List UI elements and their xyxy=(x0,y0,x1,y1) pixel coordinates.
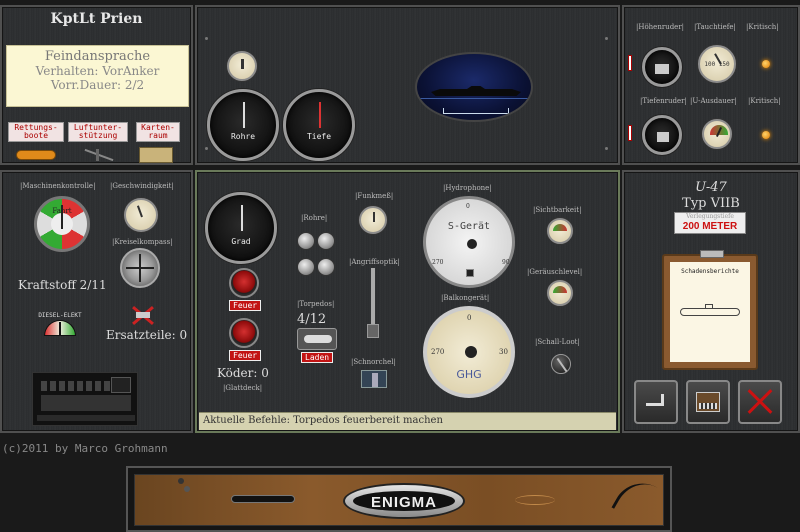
status-heading: Feindansprache xyxy=(44,49,151,64)
boat-info-panel: U-47 Typ VIIB Verlegungstiefe 200 METER … xyxy=(622,170,800,433)
close-button[interactable] xyxy=(738,380,782,424)
enigma-screws xyxy=(178,478,192,492)
map-room-button[interactable]: Karten-raum xyxy=(136,122,180,142)
torpedo-count: 4/12 xyxy=(297,312,327,327)
orders-text: Aktuelle Befehle: Torpedos feuerbereit m… xyxy=(203,415,443,426)
captain-panel: KptLt Prien Feindansprache Verhalten: Vo… xyxy=(0,5,193,165)
typewriter-icon xyxy=(696,392,720,412)
enemy-ship-silhouette xyxy=(431,86,521,96)
small-lamp-gauge xyxy=(227,51,257,81)
close-icon xyxy=(740,382,780,422)
kreiselkompass-label: |Kreiselkompass| xyxy=(112,238,173,246)
air-support-button[interactable]: Luftunter-stützung xyxy=(68,122,128,142)
dive-plane-indicator-top xyxy=(628,55,632,71)
torpedo-loader-icon[interactable] xyxy=(297,328,337,350)
speed-gauge xyxy=(124,198,158,232)
map-icon[interactable] xyxy=(139,147,173,163)
schnorchel-label: |Schnorchel| xyxy=(351,358,396,366)
fuel-text: Kraftstoff 2/11 xyxy=(18,278,107,292)
dive-depth-gauge: 100 150 xyxy=(698,45,736,83)
hydrophone-label: |Hydrophone| xyxy=(443,184,492,192)
status-duration: Vorr.Dauer: 2/2 xyxy=(50,78,145,92)
sichtbarkeit-label: |Sichtbarkeit| xyxy=(533,206,582,214)
critical-lamp-1 xyxy=(762,60,770,68)
decorative-wing xyxy=(515,495,555,505)
fire-button-1[interactable] xyxy=(229,268,259,298)
tubes-gauge: Rohre xyxy=(207,89,279,161)
tiefenruder-dial[interactable] xyxy=(642,115,682,155)
status-behavior: Verhalten: VorAnker xyxy=(35,64,160,78)
snorkel-control[interactable] xyxy=(361,370,387,388)
orders-bar: Aktuelle Befehle: Torpedos feuerbereit m… xyxy=(199,412,616,430)
radar-gauge xyxy=(359,206,387,234)
dive-plane-indicator-bottom xyxy=(628,125,632,141)
tiefenruder-label: |Tiefenruder| xyxy=(640,97,687,105)
attack-periscope-lever[interactable] xyxy=(367,268,379,338)
schall-loot-label: |Schall-Loot| xyxy=(535,338,580,346)
hoehenruder-dial[interactable] xyxy=(642,47,682,87)
geschwindigkeit-label: |Geschwindigkeit| xyxy=(110,182,174,190)
visibility-gauge xyxy=(547,218,573,244)
rohre-label: |Rohre| xyxy=(301,214,328,222)
boat-type: Typ VIIB xyxy=(682,196,740,211)
aircraft-icon[interactable] xyxy=(84,148,114,162)
depth-rating-badge: Verlegungstiefe 200 METER xyxy=(674,212,746,234)
enigma-machine-button[interactable] xyxy=(686,380,730,424)
critical-lamp-2 xyxy=(762,131,770,139)
funkmess-label: |Funkmeß| xyxy=(355,192,394,200)
glattdeck-label: |Glattdeck| xyxy=(223,384,263,392)
enigma-slot xyxy=(231,495,295,503)
load-button[interactable]: Laden xyxy=(301,352,334,363)
engine-telegraph[interactable]: Fahrt xyxy=(34,196,90,252)
diesel-elekt-gauge[interactable]: DIESEL-ELEKT xyxy=(36,312,84,336)
gyro-compass xyxy=(120,248,160,288)
geraeuschlevel-label: |Geräuschlevel| xyxy=(527,268,583,276)
enigma-logo[interactable]: ENIGMA xyxy=(343,483,465,519)
attack-panel: Grad Feuer Feuer Köder: 0 |Glattdeck| |R… xyxy=(195,170,620,433)
lifeboat-icon[interactable] xyxy=(16,150,56,160)
damage-report-clipboard[interactable]: Schadensberichte xyxy=(662,250,758,370)
tauchtiefe-label: |Tauchtiefe| xyxy=(694,23,736,31)
fire-label-1[interactable]: Feuer xyxy=(229,300,262,311)
rescue-boats-button[interactable]: Rettungs-boote xyxy=(8,122,64,142)
spare-parts-icon[interactable] xyxy=(130,304,156,326)
boat-name: U-47 xyxy=(695,180,727,195)
captain-title: KptLt Prien xyxy=(50,11,143,27)
sonar-knob[interactable] xyxy=(551,354,571,374)
depth-gauge: Tiefe xyxy=(283,89,355,161)
noise-gauge xyxy=(547,280,573,306)
return-arrow-icon xyxy=(646,394,664,406)
engine-panel: |Maschinenkontrolle| |Geschwindigkeit| F… xyxy=(0,170,193,433)
status-box: Feindansprache Verhalten: VorAnker Vorr.… xyxy=(6,45,189,107)
spare-parts-text: Ersatzteile: 0 xyxy=(106,328,188,342)
fire-label-2[interactable]: Feuer xyxy=(229,350,262,361)
balkongeraet-label: |Balkongerät| xyxy=(441,294,490,302)
balcony-device-dial[interactable]: 0 270 30 GHG xyxy=(423,306,515,398)
angriffsoptik-label: |Angriffsoptik| xyxy=(349,258,400,266)
maschinenkontrolle-label: |Maschinenkontrolle| xyxy=(20,182,96,190)
u-ausdauer-label: |U-Ausdauer| xyxy=(690,97,737,105)
fire-button-2[interactable] xyxy=(229,318,259,348)
hydrophone-dial[interactable]: S-Gerät 0 270 90 xyxy=(423,196,515,288)
enigma-cable xyxy=(611,472,663,526)
torpedos-label: |Torpedos| xyxy=(297,300,335,308)
return-button[interactable] xyxy=(634,380,678,424)
periscope-view[interactable] xyxy=(415,52,533,122)
damage-report-title: Schadensberichte xyxy=(681,268,739,275)
endurance-gauge xyxy=(702,119,732,149)
heading-gauge: Grad xyxy=(205,192,277,264)
diesel-engine-icon[interactable] xyxy=(32,372,138,426)
decoy-count: Köder: 0 xyxy=(217,366,269,380)
periscope-panel: Rohre Tiefe xyxy=(195,5,620,165)
torpedo-tubes[interactable] xyxy=(297,230,337,280)
rudder-panel: |Höhenruder| |Tauchtiefe| |Kritisch| 100… xyxy=(622,5,800,165)
kritisch-label-2: |Kritisch| xyxy=(748,97,781,105)
enigma-bar[interactable]: ENIGMA xyxy=(126,466,672,532)
kritisch-label-1: |Kritisch| xyxy=(746,23,779,31)
hoehenruder-label: |Höhenruder| xyxy=(636,23,685,31)
submarine-diagram xyxy=(680,304,740,316)
copyright-text: (c)2011 by Marco Grohmann xyxy=(2,442,168,455)
